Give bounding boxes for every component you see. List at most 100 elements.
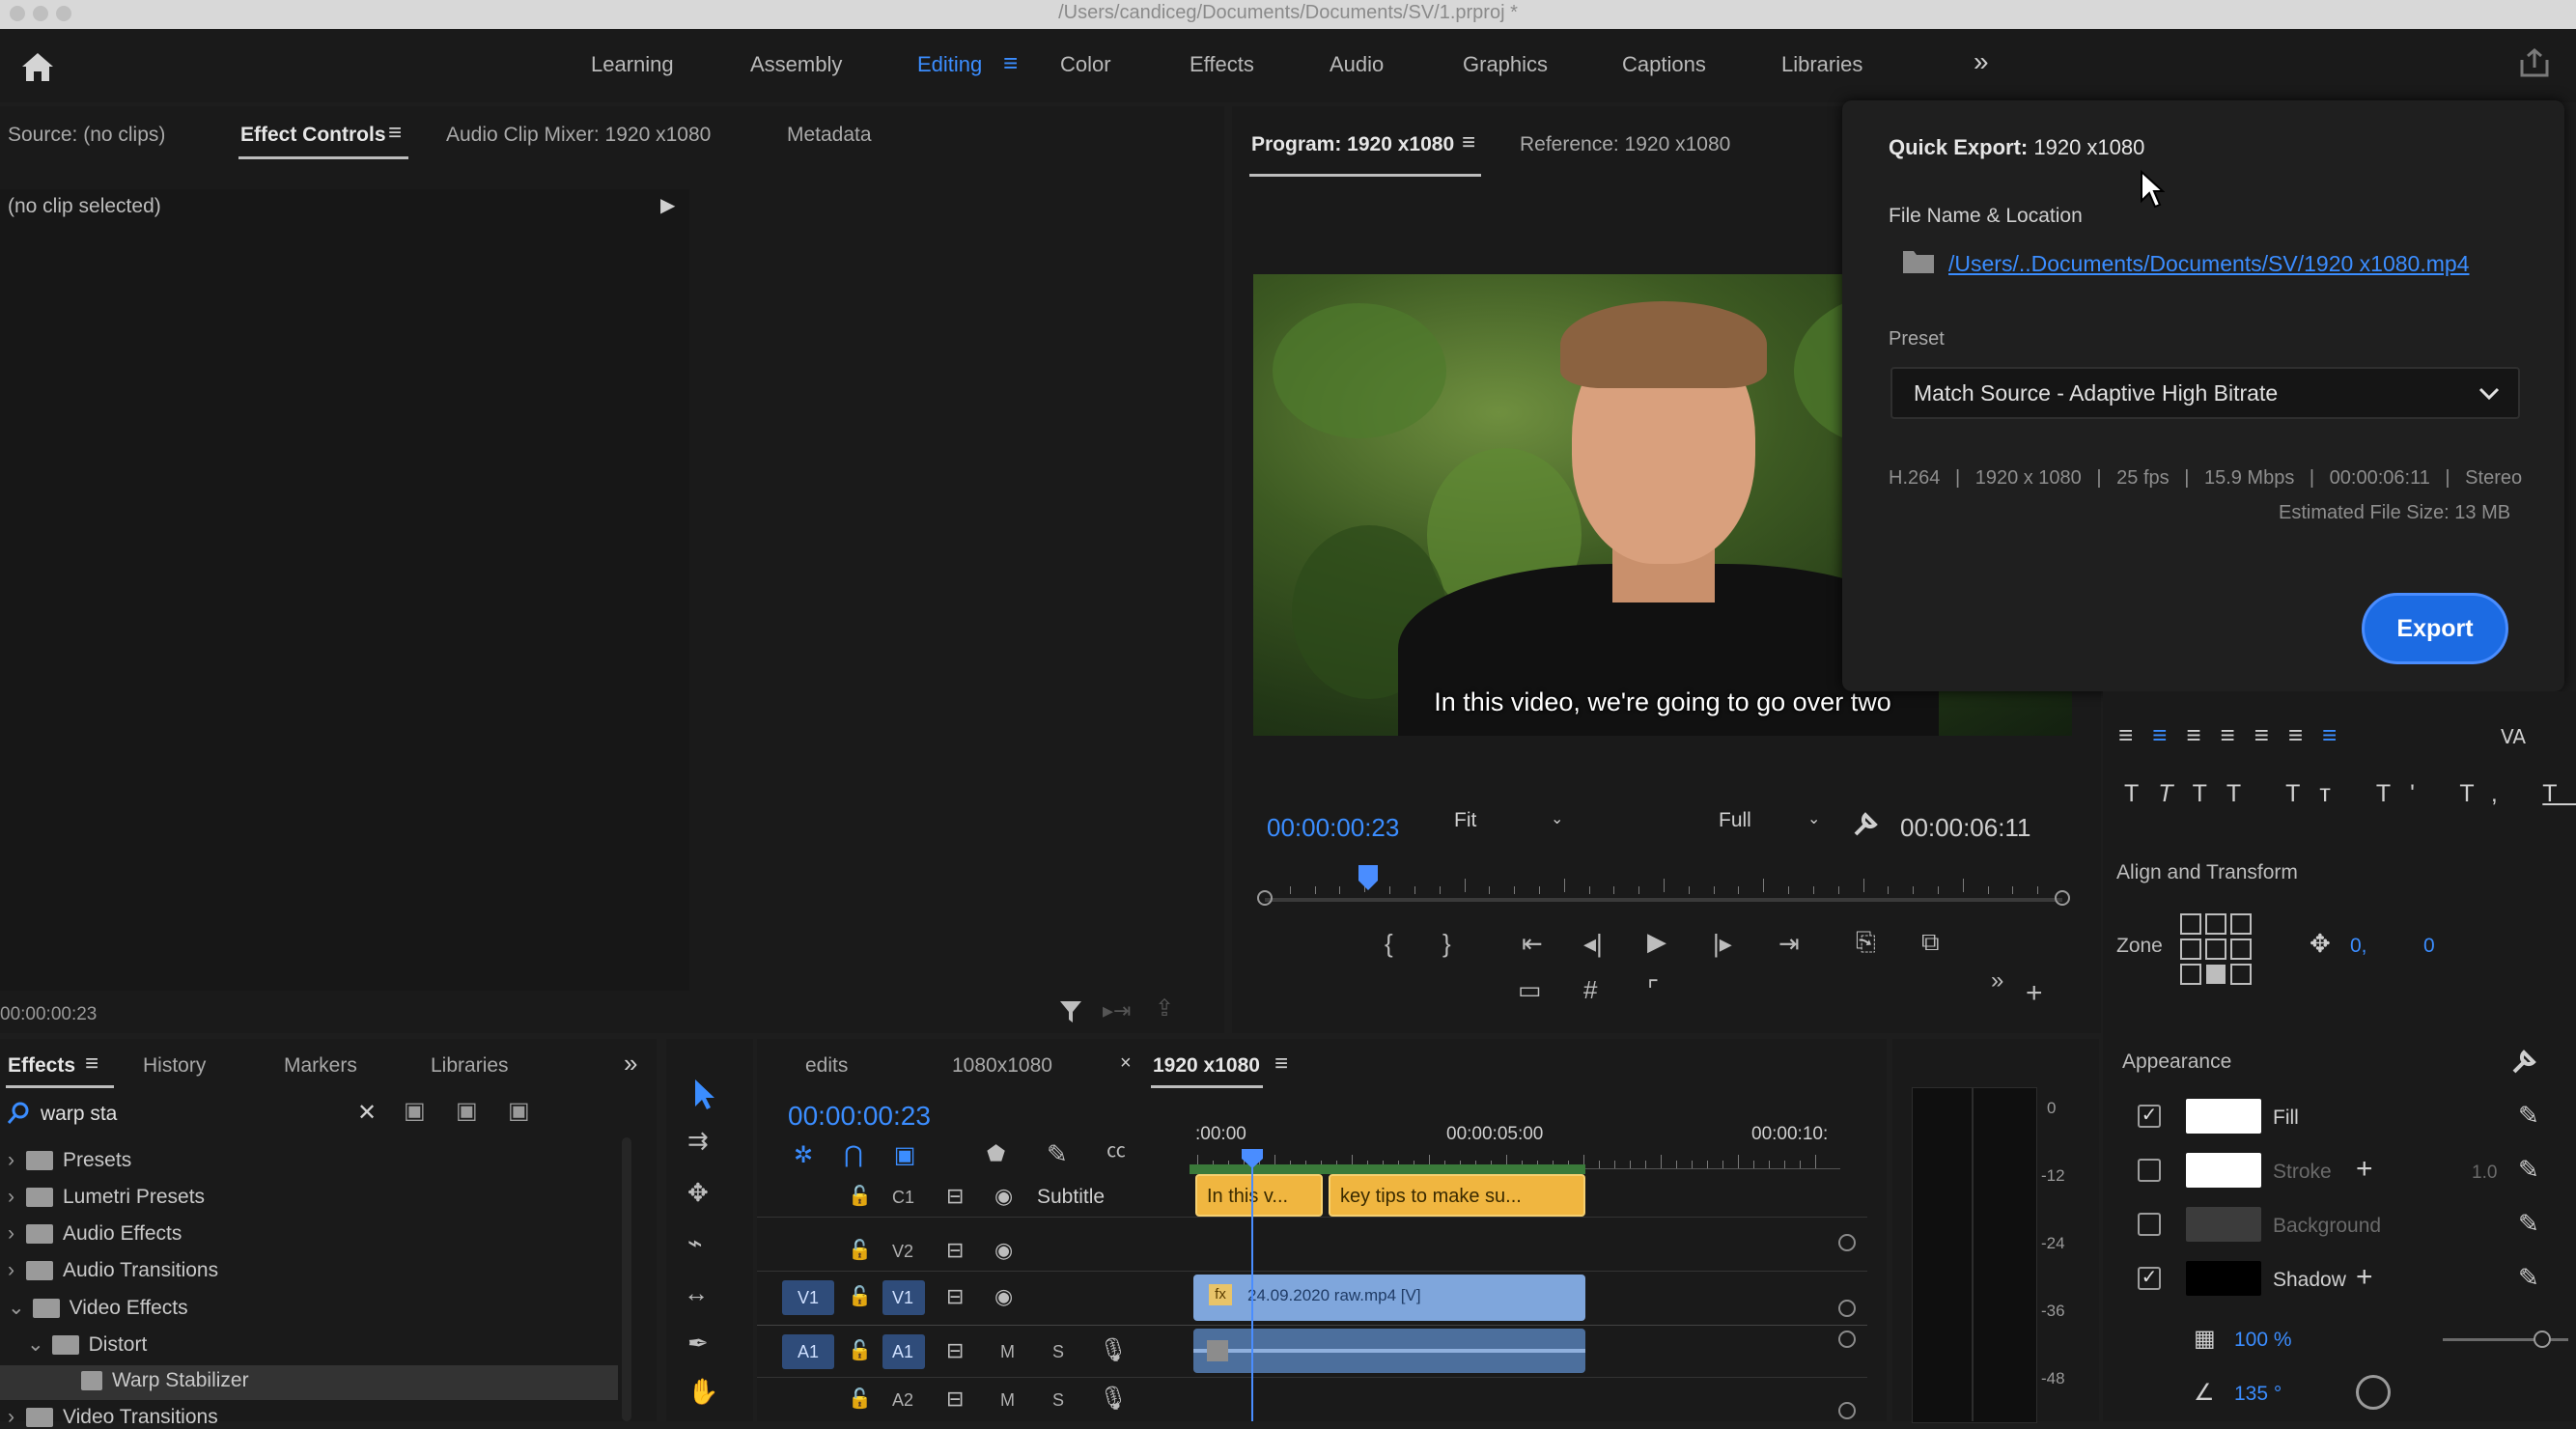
out-point-handle[interactable]: [2055, 890, 2070, 906]
timeline-playhead-handle[interactable]: [1240, 1147, 1265, 1170]
position-x-value[interactable]: 0,: [2350, 935, 2367, 958]
crop-icon[interactable]: ⌜: [1647, 977, 1659, 1002]
step-back-icon[interactable]: ◂|: [1583, 931, 1603, 956]
step-forward-icon[interactable]: |▸: [1713, 931, 1732, 956]
shadow-angle-value[interactable]: 135 °: [2234, 1383, 2282, 1406]
eye-icon[interactable]: ◉: [994, 1184, 1013, 1209]
program-playhead[interactable]: [1357, 863, 1380, 892]
tab-history[interactable]: History: [143, 1054, 206, 1078]
tab-edits-sequence[interactable]: edits: [805, 1054, 848, 1078]
quality-dropdown[interactable]: Full ⌄: [1719, 807, 1829, 846]
track-output-icon[interactable]: ⊟: [946, 1338, 964, 1363]
timeline-menu-icon[interactable]: ≡: [1274, 1051, 1288, 1078]
tab-metadata[interactable]: Metadata: [787, 124, 872, 147]
fill-color-swatch[interactable]: [2186, 1099, 2261, 1134]
zoom-window-dot[interactable]: [56, 6, 71, 21]
safe-margins-icon[interactable]: ▭: [1518, 977, 1542, 1002]
tab-markers[interactable]: Markers: [284, 1054, 357, 1078]
caption-clip[interactable]: In this v...: [1195, 1174, 1323, 1217]
slip-tool-icon[interactable]: ↔: [684, 1280, 709, 1305]
shadow-opacity-value[interactable]: 100 %: [2234, 1329, 2292, 1352]
in-point-handle[interactable]: [1257, 890, 1273, 906]
track-output-icon[interactable]: ⊟: [946, 1238, 964, 1263]
ripple-edit-tool-icon[interactable]: ✥: [687, 1180, 709, 1205]
tree-item-presets[interactable]: › Presets: [8, 1149, 131, 1172]
track-lock-icon[interactable]: 🔓: [848, 1238, 872, 1262]
fill-checkbox[interactable]: ✓: [2138, 1105, 2161, 1128]
track-lock-icon[interactable]: 🔓: [848, 1184, 872, 1208]
home-icon[interactable]: [19, 50, 56, 83]
add-stroke-icon[interactable]: +: [2356, 1153, 2373, 1186]
program-current-time[interactable]: 00:00:00:23: [1267, 813, 1399, 843]
selection-tool-icon[interactable]: [691, 1078, 716, 1110]
tab-1920x1080-sequence[interactable]: 1920 x1080: [1153, 1054, 1260, 1078]
grid-icon[interactable]: #: [1583, 977, 1597, 1002]
stroke-checkbox[interactable]: [2138, 1159, 2161, 1182]
filter-icon[interactable]: [1058, 998, 1083, 1025]
timeline-settings-icon[interactable]: ✎: [1047, 1141, 1068, 1166]
workspace-tab-learning[interactable]: Learning: [591, 52, 674, 77]
file-path-link[interactable]: /Users/..Documents/Documents/SV/1920 x10…: [1948, 251, 2469, 277]
preset-dropdown[interactable]: Match Source - Adaptive High Bitrate: [1890, 367, 2520, 419]
track-height-handle[interactable]: [1838, 1300, 1856, 1317]
captions-icon[interactable]: ㏄: [1106, 1141, 1126, 1161]
tree-item-warp-stabilizer[interactable]: Warp Stabilizer: [81, 1369, 249, 1392]
track-target-a1[interactable]: A1: [882, 1334, 925, 1369]
track-select-tool-icon[interactable]: ⇉: [687, 1128, 709, 1153]
track-lock-icon[interactable]: 🔓: [848, 1284, 872, 1308]
source-patch-a1[interactable]: A1: [782, 1334, 834, 1369]
shadow-checkbox[interactable]: ✓: [2138, 1267, 2161, 1290]
tree-item-distort[interactable]: ⌄ Distort: [27, 1332, 147, 1357]
stroke-width-value[interactable]: 1.0: [2472, 1163, 2497, 1184]
track-height-handle[interactable]: [1838, 1331, 1856, 1348]
tree-item-video-transitions[interactable]: › Video Transitions: [8, 1406, 218, 1429]
minimize-window-dot[interactable]: [33, 6, 48, 21]
background-color-swatch[interactable]: [2186, 1207, 2261, 1242]
eye-icon[interactable]: ◉: [994, 1284, 1013, 1309]
tree-item-audio-transitions[interactable]: › Audio Transitions: [8, 1259, 218, 1282]
timeline-snap-tools[interactable]: ✲⋂▣: [794, 1141, 915, 1169]
track-lock-icon[interactable]: 🔓: [848, 1338, 872, 1362]
hand-tool-icon[interactable]: ✋: [687, 1379, 718, 1404]
workspace-tab-editing[interactable]: Editing: [917, 52, 982, 77]
opacity-slider-handle[interactable]: [2534, 1331, 2551, 1348]
microphone-icon[interactable]: 🎙: [1099, 1336, 1128, 1364]
more-workspaces-icon[interactable]: »: [1974, 46, 1989, 77]
mark-out-icon[interactable]: }: [1442, 931, 1451, 956]
tree-item-video-effects[interactable]: ⌄ Video Effects: [8, 1296, 188, 1320]
solo-a1-button[interactable]: S: [1052, 1342, 1064, 1362]
more-buttons-icon[interactable]: »: [1991, 969, 2003, 993]
timeline-timecode[interactable]: 00:00:00:23: [788, 1101, 931, 1132]
fill-eyedropper-icon[interactable]: ✎: [2518, 1101, 2539, 1131]
track-lock-icon[interactable]: 🔓: [848, 1387, 872, 1411]
workspace-tab-color[interactable]: Color: [1060, 52, 1111, 77]
accelerated-effects-icon[interactable]: ▣: [404, 1097, 426, 1125]
effects-scrollbar[interactable]: [622, 1137, 631, 1421]
export-button[interactable]: Export: [2362, 593, 2508, 664]
go-to-in-icon[interactable]: ⇤: [1522, 931, 1543, 956]
track-output-icon[interactable]: ⊟: [946, 1284, 964, 1309]
program-scrub-bar[interactable]: [1265, 898, 2062, 902]
program-menu-icon[interactable]: ≡: [1462, 129, 1475, 156]
effects-menu-icon[interactable]: ≡: [85, 1051, 98, 1078]
text-align-buttons[interactable]: ≡≡≡≡≡≡≡: [2118, 720, 2356, 750]
more-panels-icon[interactable]: »: [624, 1049, 637, 1079]
effects-search-input[interactable]: [41, 1099, 350, 1130]
go-to-out-icon[interactable]: ⇥: [1778, 931, 1800, 956]
add-marker-icon[interactable]: ⬟: [987, 1143, 1005, 1164]
angle-dial[interactable]: [2356, 1375, 2391, 1410]
background-eyedropper-icon[interactable]: ✎: [2518, 1209, 2539, 1239]
timeline-playhead-line[interactable]: [1251, 1159, 1253, 1421]
tab-effect-controls[interactable]: Effect Controls: [240, 124, 386, 147]
editing-menu-icon[interactable]: ≡: [1003, 48, 1018, 78]
close-sequence-icon[interactable]: ×: [1120, 1052, 1132, 1075]
mute-a1-button[interactable]: M: [1000, 1342, 1015, 1362]
appearance-wrench-icon[interactable]: [2508, 1047, 2537, 1076]
workspace-tab-effects[interactable]: Effects: [1190, 52, 1254, 77]
workspace-tab-captions[interactable]: Captions: [1622, 52, 1706, 77]
razor-tool-icon[interactable]: ⌁: [687, 1230, 703, 1255]
tab-audio-clip-mixer[interactable]: Audio Clip Mixer: 1920 x1080: [446, 124, 711, 147]
clear-search-icon[interactable]: ✕: [357, 1099, 377, 1127]
workspace-tab-assembly[interactable]: Assembly: [750, 52, 842, 77]
eye-icon[interactable]: ◉: [994, 1238, 1013, 1263]
